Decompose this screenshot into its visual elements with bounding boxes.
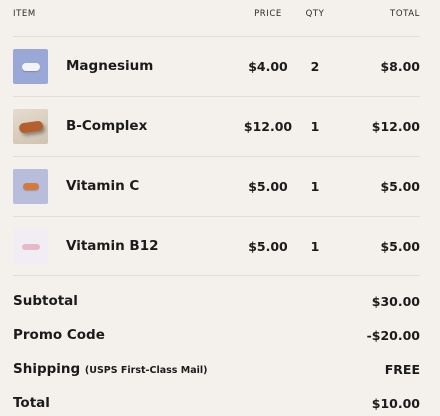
- item-qty: 1: [310, 179, 320, 194]
- item-total: $5.00: [380, 179, 420, 194]
- shipping-method: (USPS First-Class Mail): [84, 365, 208, 376]
- shipping-row: Shipping (USPS First-Class Mail) FREE: [13, 345, 420, 379]
- item-name: B-Complex: [66, 118, 148, 134]
- item-total: $8.00: [380, 59, 420, 74]
- header-qty: QTY: [305, 9, 325, 19]
- promo-label: Promo Code: [13, 327, 105, 343]
- subtotal-row: Subtotal $30.00: [13, 277, 420, 311]
- table-row: B-Complex $12.00 1 $12.00: [13, 96, 420, 156]
- promo-value: -$20.00: [366, 328, 420, 343]
- item-qty: 1: [310, 239, 320, 254]
- item-price: $5.00: [248, 239, 288, 254]
- product-thumbnail: [13, 109, 48, 144]
- total-label: Total: [13, 395, 50, 411]
- promo-row: Promo Code -$20.00: [13, 311, 420, 345]
- item-qty: 1: [310, 119, 320, 134]
- line-items: Magnesium $4.00 2 $8.00 B-Complex $12.00…: [13, 36, 420, 276]
- table-row: Vitamin B12 $5.00 1 $5.00: [13, 216, 420, 276]
- product-thumbnail: [13, 49, 48, 84]
- item-qty: 2: [310, 59, 320, 74]
- table-row: Magnesium $4.00 2 $8.00: [13, 36, 420, 96]
- item-total: $5.00: [380, 239, 420, 254]
- b-complex-pill-icon: [18, 120, 44, 134]
- total-row: Total $10.00: [13, 379, 420, 413]
- item-name: Vitamin B12: [66, 238, 159, 254]
- item-price: $12.00: [243, 119, 293, 134]
- header-total: TOTAL: [390, 9, 420, 19]
- product-thumbnail: [13, 229, 48, 264]
- order-summary: ITEM PRICE QTY TOTAL Magnesium $4.00 2 $…: [13, 0, 420, 416]
- header-price: PRICE: [254, 9, 282, 19]
- item-price: $5.00: [248, 179, 288, 194]
- table-header: ITEM PRICE QTY TOTAL: [13, 9, 420, 23]
- order-totals: Subtotal $30.00 Promo Code -$20.00 Shipp…: [13, 277, 420, 413]
- magnesium-pill-icon: [22, 63, 40, 71]
- product-thumbnail: [13, 169, 48, 204]
- vitamin-b12-pill-icon: [22, 244, 40, 250]
- shipping-value: FREE: [384, 362, 420, 377]
- item-name: Vitamin C: [66, 178, 140, 194]
- item-name: Magnesium: [66, 58, 154, 74]
- item-total: $12.00: [371, 119, 420, 134]
- header-item: ITEM: [13, 9, 36, 19]
- shipping-label-group: Shipping (USPS First-Class Mail): [13, 361, 207, 377]
- shipping-label: Shipping: [13, 361, 81, 377]
- vitamin-c-pill-icon: [23, 183, 39, 190]
- table-row: Vitamin C $5.00 1 $5.00: [13, 156, 420, 216]
- subtotal-value: $30.00: [371, 294, 420, 309]
- total-value: $10.00: [371, 396, 420, 411]
- item-price: $4.00: [248, 59, 288, 74]
- subtotal-label: Subtotal: [13, 293, 78, 309]
